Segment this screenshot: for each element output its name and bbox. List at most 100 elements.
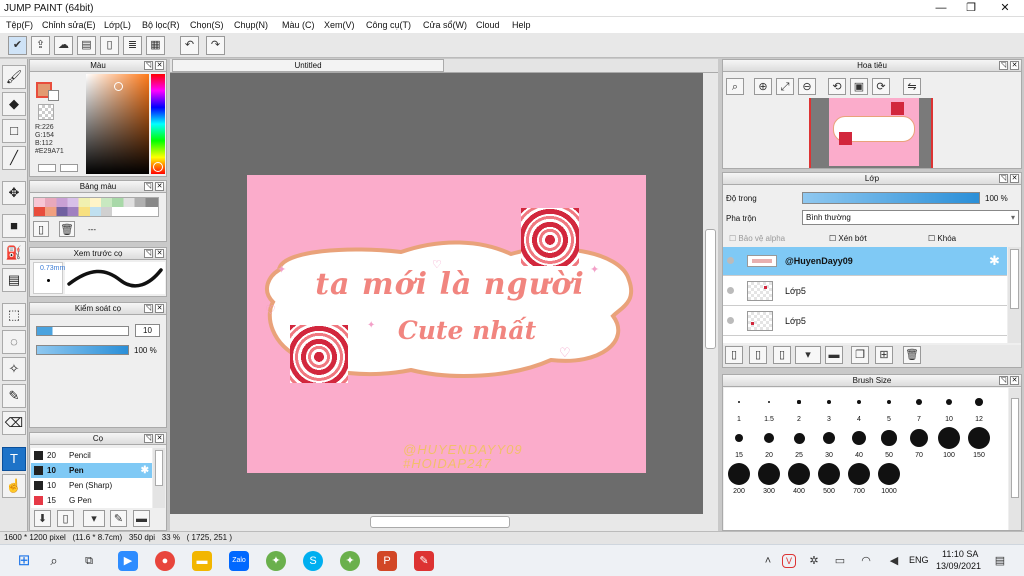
brush-size-cell[interactable]: 25 (784, 424, 814, 460)
line-tool-icon[interactable]: ╱ (2, 146, 26, 170)
protect-alpha-checkbox[interactable]: ☐ Bảo vệ alpha (729, 234, 785, 243)
brush-settings-icon[interactable]: ✎ (110, 510, 127, 527)
brush-size-cell[interactable]: 20 (754, 424, 784, 460)
delete-layer-icon[interactable]: 🗑 (903, 346, 921, 364)
layer-row-3[interactable]: Lớp5 (723, 307, 1007, 336)
download-brush-icon[interactable]: ⬇ (34, 510, 51, 527)
minimize-button[interactable]: — (926, 0, 956, 17)
vscroll-thumb[interactable] (705, 229, 716, 349)
chevron-up-icon[interactable]: ˄ (758, 551, 778, 571)
list-icon[interactable]: ≣ (123, 36, 142, 55)
gear-icon[interactable]: ✱ (141, 463, 149, 478)
blend-mode-select[interactable]: Bình thường ▾ (802, 210, 1019, 225)
brush-item-g-pen[interactable]: 15 G Pen (31, 493, 152, 508)
brush-size-cell[interactable]: 40 (844, 424, 874, 460)
menu-window[interactable]: Cửa sổ(W) (423, 20, 467, 30)
brush-size-cell[interactable]: 30 (814, 424, 844, 460)
visibility-toggle[interactable] (727, 257, 734, 264)
app-green-2-icon[interactable]: ✦ (340, 551, 360, 571)
float-icon[interactable]: ◹ (144, 434, 153, 443)
menu-color[interactable]: Màu (C) (282, 20, 315, 30)
brush-size-cell[interactable]: 150 (964, 424, 994, 460)
layer-row-2[interactable]: Lớp5 (723, 277, 1007, 306)
hue-slider[interactable] (151, 74, 165, 174)
sub-color-swatch[interactable] (48, 90, 59, 101)
brush-size-cell[interactable]: 3 (814, 388, 844, 424)
folder-icon[interactable]: ▬ (133, 510, 150, 527)
move-tool-icon[interactable]: ✥ (2, 181, 26, 205)
brush-size-cell[interactable]: 1.5 (754, 388, 784, 424)
zoom-in-icon[interactable]: ⊕ (754, 78, 772, 95)
color-mode-button-2[interactable] (60, 164, 78, 172)
powerpoint-icon[interactable]: P (377, 551, 397, 571)
folder-icon[interactable]: ▬ (825, 346, 843, 364)
document-canvas[interactable]: ta mới là người Cute nhất ♡ ♡ ✦ ✦ ✦ ♡ @H… (247, 175, 646, 473)
menu-cloud[interactable]: Cloud (476, 20, 500, 30)
brush-size-cell[interactable]: 1000 (874, 460, 904, 496)
select-rect-tool-icon[interactable]: ⬚ (2, 303, 26, 327)
float-icon[interactable]: ◹ (144, 61, 153, 70)
maximize-button[interactable]: ❐ (956, 0, 986, 17)
float-icon[interactable]: ◹ (144, 304, 153, 313)
brush-size-scroll-thumb[interactable] (1011, 398, 1019, 498)
layer-row-1[interactable]: @HuyenDayy09 ✱ (723, 247, 1007, 276)
brush-list-scrollbar[interactable] (153, 448, 165, 508)
zalo-icon[interactable]: Zalo (229, 551, 249, 571)
new-swatch-icon[interactable]: ▯ (33, 221, 49, 237)
hand-tool-icon[interactable]: ☝ (2, 474, 26, 498)
float-icon[interactable]: ◹ (999, 61, 1008, 70)
menu-view[interactable]: Xem(V) (324, 20, 355, 30)
close-panel-icon[interactable]: ✕ (155, 434, 164, 443)
brush-size-scrollbar[interactable] (1009, 388, 1021, 530)
close-panel-icon[interactable]: ✕ (155, 304, 164, 313)
brush-size-cell[interactable]: 100 (934, 424, 964, 460)
chrome-icon[interactable]: ● (155, 551, 175, 571)
brush-item-pencil[interactable]: 20 Pencil (31, 448, 152, 463)
fill-rect-tool-icon[interactable]: ■ (2, 214, 26, 238)
task-view-icon[interactable]: ⧉ (79, 551, 99, 571)
brush-size-cell[interactable]: 2 (784, 388, 814, 424)
menu-help[interactable]: Help (512, 20, 531, 30)
export-icon[interactable]: ⇪ (31, 36, 50, 55)
network-icon[interactable]: ✲ (804, 551, 824, 571)
brush-size-input[interactable]: 10 (135, 324, 160, 337)
eraser-tool-icon[interactable]: ◆ (2, 92, 26, 116)
rectangle-tool-icon[interactable]: □ (2, 119, 26, 143)
menu-layer[interactable]: Lớp(L) (104, 20, 131, 30)
brush-size-cell[interactable]: 10 (934, 388, 964, 424)
lasso-tool-icon[interactable]: ◌ (2, 330, 26, 354)
magic-wand-tool-icon[interactable]: ✧ (2, 357, 26, 381)
message-icon[interactable]: ▤ (77, 36, 96, 55)
gradient-tool-icon[interactable]: ▤ (2, 268, 26, 292)
brush-size-cell[interactable]: 1 (724, 388, 754, 424)
brush-opacity-slider[interactable] (36, 345, 129, 355)
layer-opacity-slider[interactable] (802, 192, 980, 204)
clock-date[interactable]: 13/09/2021 (936, 561, 981, 571)
brush-size-cell[interactable]: 300 (754, 460, 784, 496)
menu-file[interactable]: Tệp(F) (6, 20, 33, 30)
hscroll-thumb[interactable] (370, 516, 510, 528)
menu-capture[interactable]: Chụp(N) (234, 20, 268, 30)
menu-select[interactable]: Chọn(S) (190, 20, 224, 30)
float-icon[interactable]: ◹ (144, 249, 153, 258)
skype-icon[interactable]: S (303, 551, 323, 571)
navigator-preview[interactable] (809, 98, 933, 168)
volume-icon[interactable]: ◀ (884, 551, 904, 571)
new-layer-2-icon[interactable]: ▯ (749, 346, 767, 364)
language-indicator[interactable]: ENG (909, 555, 929, 565)
menu-filter[interactable]: Bộ lọc(R) (142, 20, 180, 30)
float-icon[interactable]: ◹ (144, 182, 153, 191)
float-icon[interactable]: ◹ (999, 376, 1008, 385)
float-icon[interactable]: ◹ (999, 174, 1008, 183)
visibility-toggle[interactable] (727, 287, 734, 294)
zoom-app-icon[interactable]: ▶ (118, 551, 138, 571)
brush-size-cell[interactable]: 200 (724, 460, 754, 496)
menu-tools[interactable]: Công cụ(T) (366, 20, 411, 30)
new-brush-icon[interactable]: ▯ (57, 510, 74, 527)
brush-size-cell[interactable]: 15 (724, 424, 754, 460)
brush-item-pen-sharp[interactable]: 10 Pen (Sharp) (31, 478, 152, 493)
brush-size-slider[interactable] (36, 326, 129, 336)
menu-edit[interactable]: Chỉnh sửa(E) (42, 20, 96, 30)
brush-size-cell[interactable]: 50 (874, 424, 904, 460)
clip-checkbox[interactable]: ☐ Xén bớt (829, 234, 867, 243)
